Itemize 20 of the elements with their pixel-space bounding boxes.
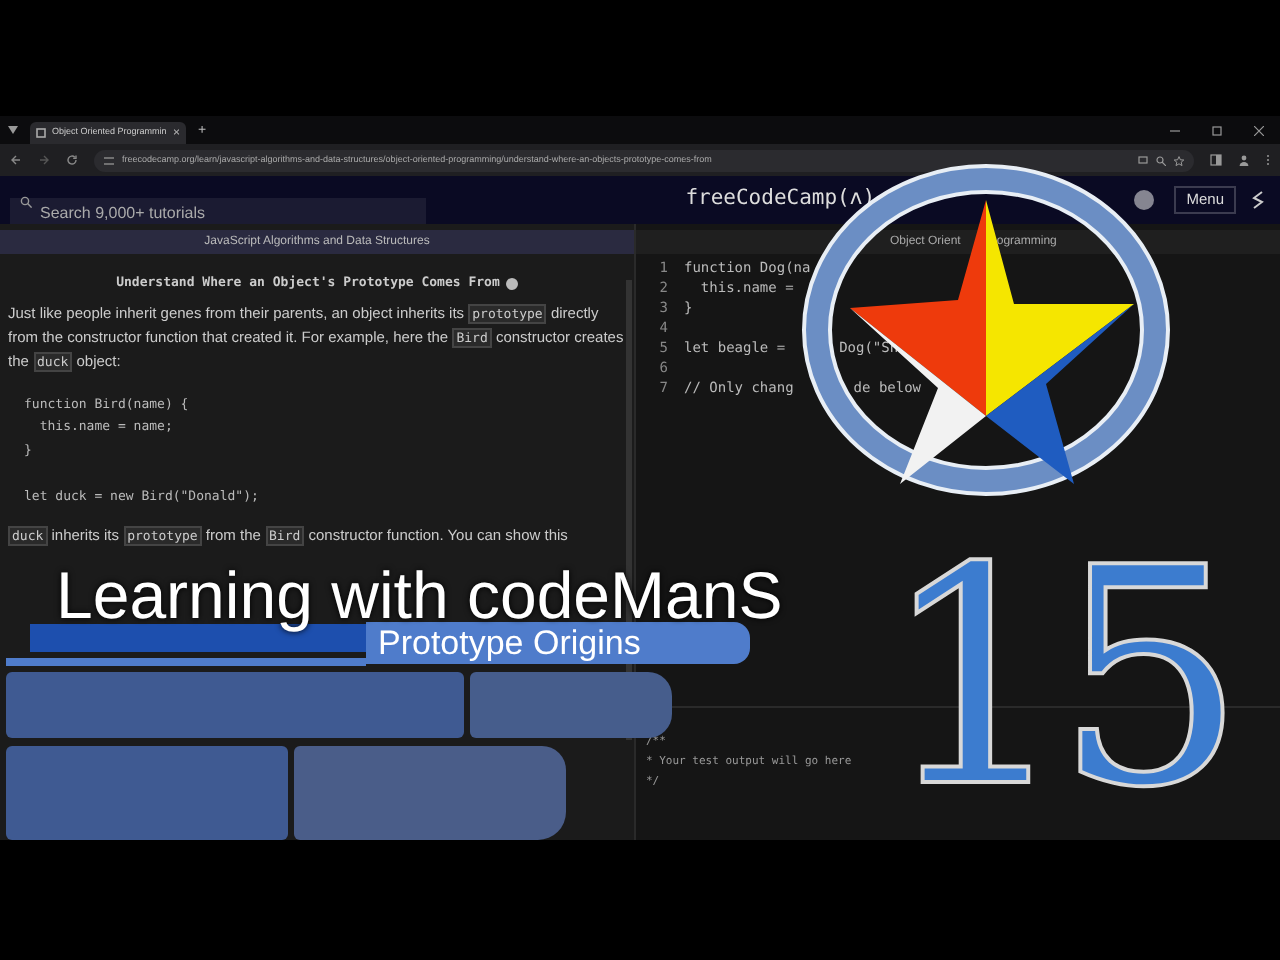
search-field[interactable]: Search 9,000+ tutorials xyxy=(10,197,426,227)
page-icon xyxy=(36,128,46,138)
search-icon xyxy=(20,195,32,207)
reload-icon[interactable] xyxy=(66,154,78,166)
profile-icon[interactable] xyxy=(1238,154,1250,166)
lightning-icon[interactable] xyxy=(1252,190,1264,210)
back-icon[interactable] xyxy=(10,154,22,166)
close-icon[interactable] xyxy=(1254,125,1264,135)
site-info-icon xyxy=(104,155,114,165)
maximize-icon[interactable] xyxy=(1212,125,1222,135)
site-logo[interactable]: freeCodeCamp(ʌ) xyxy=(685,184,876,216)
star-icon[interactable] xyxy=(1174,155,1184,165)
dropdown-icon[interactable] xyxy=(8,126,18,134)
circle-icon xyxy=(505,277,518,290)
zoom-icon[interactable] xyxy=(1156,155,1166,165)
minimize-icon[interactable] xyxy=(1170,125,1180,135)
screen-icon[interactable] xyxy=(1138,155,1148,165)
sidebar-icon[interactable] xyxy=(1210,154,1222,166)
avatar-icon[interactable] xyxy=(1134,190,1155,210)
subtitle-banner: Prototype Origins xyxy=(366,622,750,664)
